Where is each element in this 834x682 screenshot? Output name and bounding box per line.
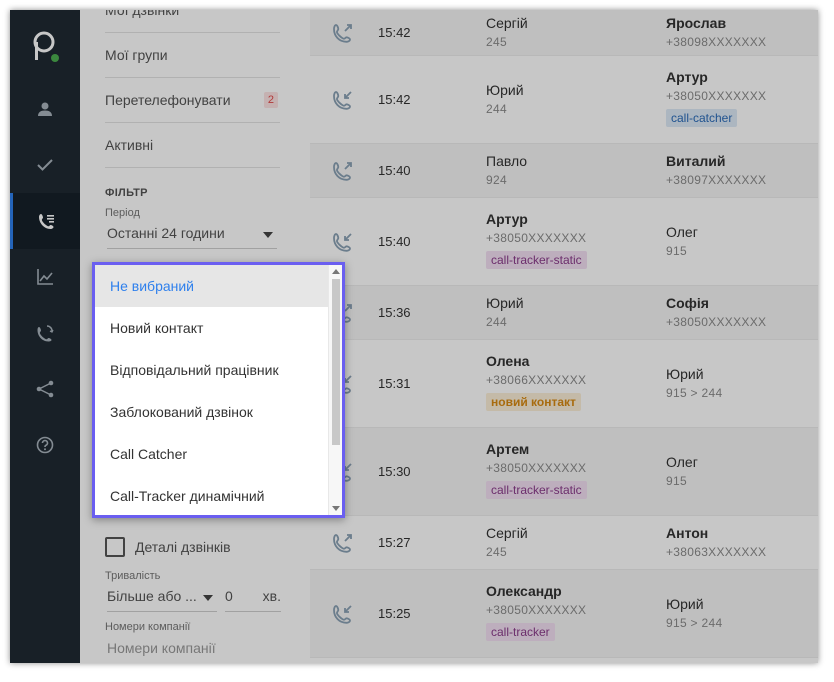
dropdown-option[interactable]: Call Catcher xyxy=(95,433,328,475)
dropdown-option[interactable]: Не вибраний xyxy=(95,265,328,307)
scroll-down-arrow-icon[interactable] xyxy=(332,506,340,511)
dropdown-scrollbar[interactable] xyxy=(328,265,342,515)
scroll-up-arrow-icon[interactable] xyxy=(332,269,340,274)
dropdown-option[interactable]: Call-Tracker динамічний xyxy=(95,475,328,515)
dropdown-option[interactable]: Заблокований дзвінок xyxy=(95,391,328,433)
scrollbar-thumb[interactable] xyxy=(332,279,340,445)
dropdown-option[interactable]: Новий контакт xyxy=(95,307,328,349)
dropdown-option[interactable]: Відповідальний працівник xyxy=(95,349,328,391)
call-type-dropdown: Не вибраний Новий контакт Відповідальний… xyxy=(92,262,345,518)
app-window: Мої дзвінки Мої групи Перетелефонувати 2… xyxy=(10,10,818,663)
